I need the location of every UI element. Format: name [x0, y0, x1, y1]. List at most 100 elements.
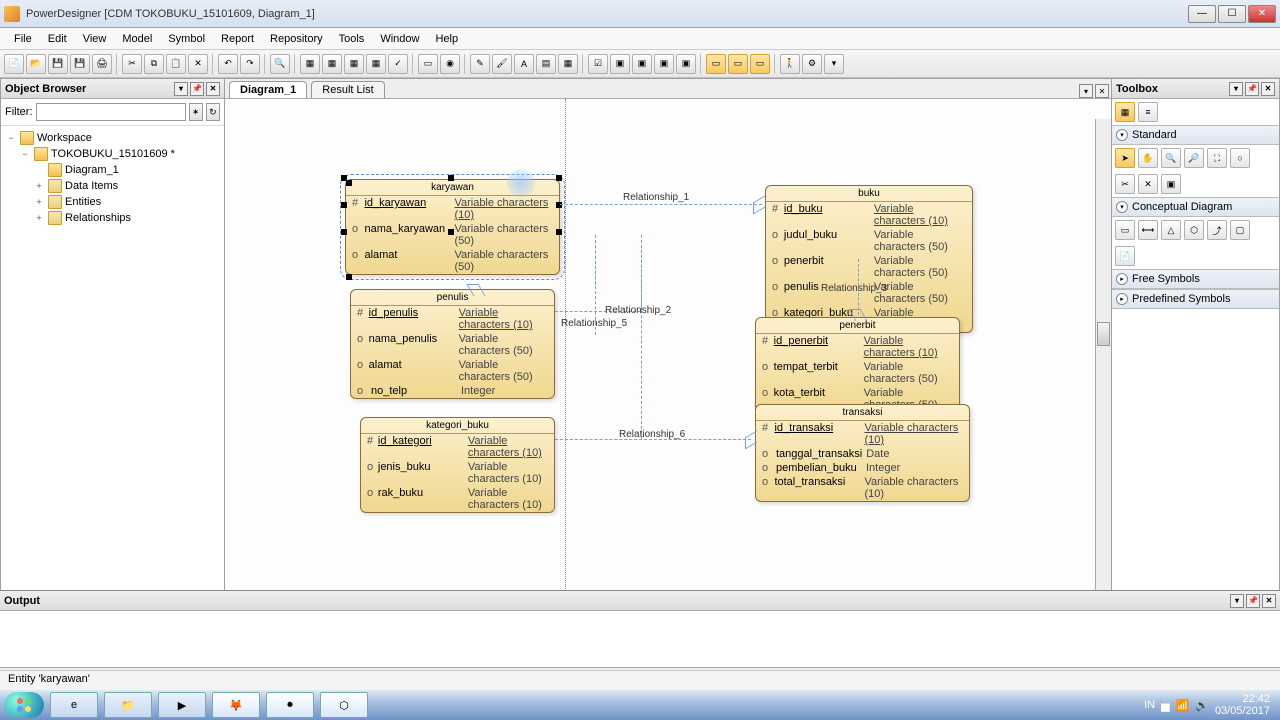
start-button[interactable]: [4, 692, 44, 718]
toolbar-undo[interactable]: ↶: [218, 54, 238, 74]
tool-zoomfit[interactable]: ⛶: [1207, 148, 1227, 168]
toolbar-print[interactable]: 🖨: [92, 54, 112, 74]
task-powerdesigner[interactable]: ⬡: [320, 692, 368, 718]
filter-clear[interactable]: ↻: [206, 103, 220, 121]
filter-apply[interactable]: ✶: [189, 103, 203, 121]
tree-workspace[interactable]: − Workspace: [5, 130, 220, 146]
toolbar-save[interactable]: 💾: [48, 54, 68, 74]
canvas[interactable]: karyawan #id_karyawanVariable characters…: [225, 99, 1111, 643]
toolbar-btn-l[interactable]: ▦: [558, 54, 578, 74]
tray-lang[interactable]: IN: [1144, 699, 1155, 711]
tray-volume-icon[interactable]: 🔊: [1195, 699, 1209, 712]
toolbox-cat-free[interactable]: ▸Free Symbols: [1112, 269, 1279, 289]
tray-clock[interactable]: 22:42 03/05/2017: [1215, 693, 1270, 717]
toolbar-paste[interactable]: 📋: [166, 54, 186, 74]
task-media[interactable]: ▶: [158, 692, 206, 718]
toolbar-btn-r[interactable]: 🚶: [780, 54, 800, 74]
toolbar-btn-p[interactable]: ▣: [654, 54, 674, 74]
close-button[interactable]: ✕: [1248, 5, 1276, 23]
toolbar-cut[interactable]: ✂: [122, 54, 142, 74]
browser-close[interactable]: ✕: [206, 82, 220, 96]
entity-buku[interactable]: buku #id_bukuVariable characters (10) oj…: [765, 185, 973, 333]
tab-diagram-1[interactable]: Diagram_1: [229, 81, 307, 98]
relationship-2[interactable]: Relationship_2: [605, 305, 671, 316]
toolbox-grid[interactable]: ▦: [1115, 102, 1135, 122]
toolbar-btn-n[interactable]: ▣: [610, 54, 630, 74]
tool-zoomin[interactable]: 🔍: [1161, 148, 1181, 168]
toolbar-btn-j[interactable]: A: [514, 54, 534, 74]
filter-input[interactable]: [36, 103, 186, 121]
toolbar-btn-k[interactable]: ▤: [536, 54, 556, 74]
tree-relationships[interactable]: + Relationships: [5, 210, 220, 226]
menu-view[interactable]: View: [75, 31, 115, 47]
tool-props[interactable]: ▣: [1161, 174, 1181, 194]
menu-file[interactable]: File: [6, 31, 40, 47]
task-ie[interactable]: e: [50, 692, 98, 718]
relationship-5[interactable]: Relationship_5: [561, 318, 627, 329]
output-close[interactable]: ✕: [1262, 594, 1276, 608]
toolbar-open[interactable]: 📂: [26, 54, 46, 74]
tab-result-list[interactable]: Result List: [311, 81, 384, 98]
relationship-3[interactable]: Relationship_3: [821, 283, 887, 294]
toolbar-btn-i[interactable]: 🖌: [492, 54, 512, 74]
tool-relationship[interactable]: ⟷: [1138, 220, 1158, 240]
toolbar-window-2[interactable]: ▭: [728, 54, 748, 74]
tool-pointer[interactable]: ➤: [1115, 148, 1135, 168]
toolbar-btn-a[interactable]: ▦: [300, 54, 320, 74]
menu-edit[interactable]: Edit: [40, 31, 75, 47]
toolbar-find[interactable]: 🔍: [270, 54, 290, 74]
toolbar-window-3[interactable]: ▭: [750, 54, 770, 74]
toolbox-dropdown[interactable]: ▾: [1229, 82, 1243, 96]
toolbar-btn-s[interactable]: ⚙: [802, 54, 822, 74]
menu-model[interactable]: Model: [114, 31, 160, 47]
relationship-6[interactable]: Relationship_6: [619, 429, 685, 440]
tool-entity[interactable]: ▭: [1115, 220, 1135, 240]
toolbar-btn-t[interactable]: ▾: [824, 54, 844, 74]
menu-help[interactable]: Help: [427, 31, 466, 47]
doc-dropdown[interactable]: ▾: [1079, 84, 1093, 98]
toolbox-cat-standard[interactable]: ▾Standard: [1112, 125, 1279, 145]
toolbar-btn-g[interactable]: ◉: [440, 54, 460, 74]
toolbox-cat-predefined[interactable]: ▸Predefined Symbols: [1112, 289, 1279, 309]
toolbar-btn-f[interactable]: ▭: [418, 54, 438, 74]
tool-inheritance[interactable]: △: [1161, 220, 1181, 240]
toolbox-cat-conceptual[interactable]: ▾Conceptual Diagram: [1112, 197, 1279, 217]
entity-penerbit[interactable]: penerbit #id_penerbitVariable characters…: [755, 317, 960, 413]
tree-data-items[interactable]: + Data Items: [5, 178, 220, 194]
menu-window[interactable]: Window: [372, 31, 427, 47]
menu-tools[interactable]: Tools: [331, 31, 373, 47]
toolbar-redo[interactable]: ↷: [240, 54, 260, 74]
output-pin[interactable]: 📌: [1246, 594, 1260, 608]
entity-transaksi[interactable]: transaksi #id_transaksiVariable characte…: [755, 404, 970, 502]
toolbar-btn-q[interactable]: ▣: [676, 54, 696, 74]
tool-hand[interactable]: ✋: [1138, 148, 1158, 168]
tool-zoomout[interactable]: 🔎: [1184, 148, 1204, 168]
toolbar-btn-m[interactable]: ☑: [588, 54, 608, 74]
scrollbar-vertical[interactable]: [1095, 119, 1111, 627]
toolbox-close[interactable]: ✕: [1261, 82, 1275, 96]
toolbar-btn-e[interactable]: ✓: [388, 54, 408, 74]
task-firefox[interactable]: 🦊: [212, 692, 260, 718]
tree-entities[interactable]: + Entities: [5, 194, 220, 210]
menu-symbol[interactable]: Symbol: [160, 31, 213, 47]
task-explorer[interactable]: 📁: [104, 692, 152, 718]
doc-close[interactable]: ✕: [1095, 84, 1109, 98]
toolbar-saveall[interactable]: 💾: [70, 54, 90, 74]
toolbar-btn-d[interactable]: ▦: [366, 54, 386, 74]
tray-flag-icon[interactable]: ▅: [1161, 699, 1169, 712]
tool-file[interactable]: 📄: [1115, 246, 1135, 266]
entity-kategori-buku[interactable]: kategori_buku #id_kategoriVariable chara…: [360, 417, 555, 513]
tool-delete[interactable]: ✕: [1138, 174, 1158, 194]
relationship-1[interactable]: Relationship_1: [623, 192, 689, 203]
output-dropdown[interactable]: ▾: [1230, 594, 1244, 608]
tool-association[interactable]: ⬡: [1184, 220, 1204, 240]
minimize-button[interactable]: —: [1188, 5, 1216, 23]
task-recorder[interactable]: ⏺: [266, 692, 314, 718]
tree[interactable]: − Workspace − TOKOBUKU_15101609 * Diagra…: [1, 126, 224, 635]
toolbar-delete[interactable]: ✕: [188, 54, 208, 74]
tool-zoom100[interactable]: ○: [1230, 148, 1250, 168]
toolbar-copy[interactable]: ⧉: [144, 54, 164, 74]
maximize-button[interactable]: ☐: [1218, 5, 1246, 23]
toolbar-btn-b[interactable]: ▦: [322, 54, 342, 74]
toolbar-btn-o[interactable]: ▣: [632, 54, 652, 74]
